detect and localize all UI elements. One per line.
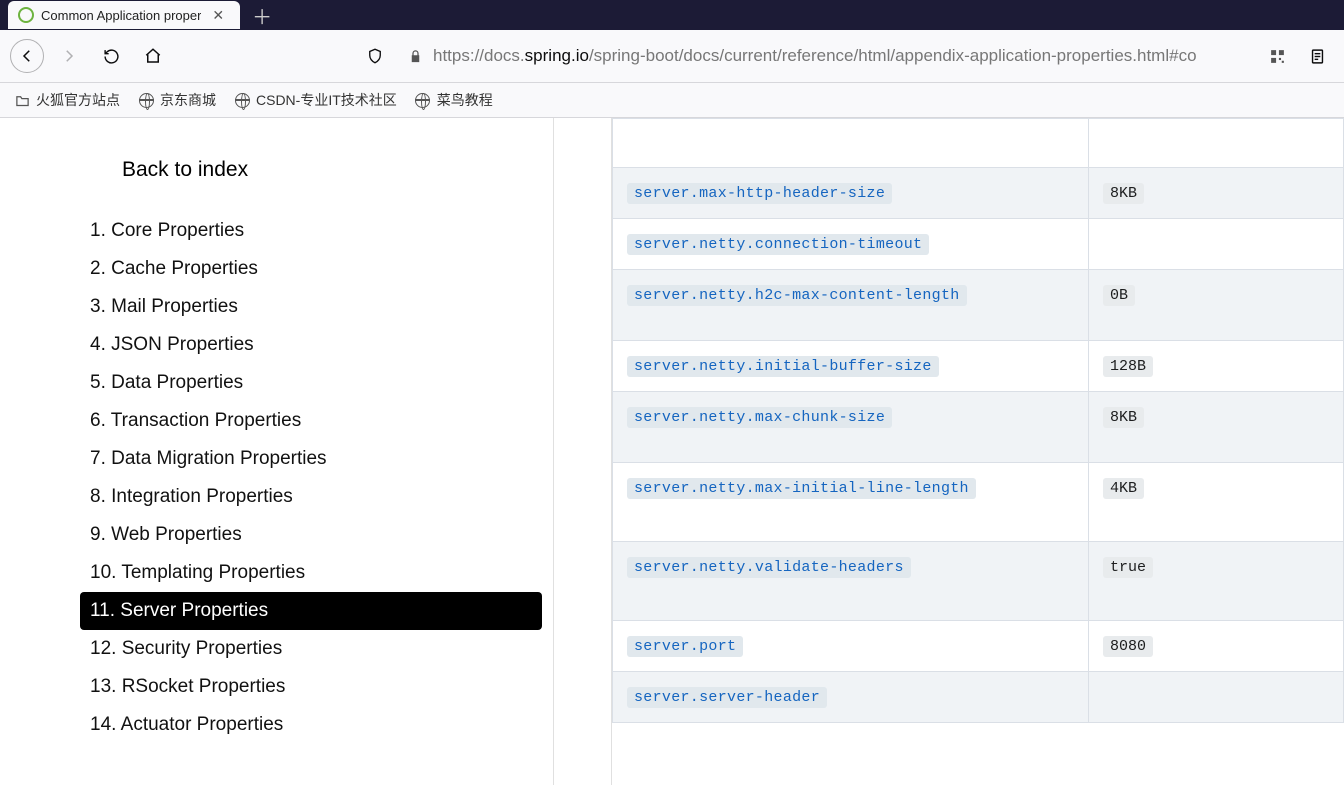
property-value: 8KB	[1103, 407, 1144, 428]
table-row: server.max-http-header-size 8KB	[613, 168, 1344, 219]
property-value: 8KB	[1103, 183, 1144, 204]
toc-item[interactable]: 12. Security Properties	[80, 630, 553, 668]
property-key-cell: server.server-header	[613, 672, 1089, 723]
toc-item[interactable]: 5. Data Properties	[80, 364, 553, 402]
property-value: 128B	[1103, 356, 1153, 377]
property-key[interactable]: server.netty.h2c-max-content-length	[627, 285, 967, 306]
property-key[interactable]: server.netty.validate-headers	[627, 557, 911, 578]
gap-column	[554, 118, 612, 785]
property-key[interactable]: server.max-http-header-size	[627, 183, 892, 204]
toc-item[interactable]: 13. RSocket Properties	[80, 668, 553, 706]
home-button[interactable]	[136, 39, 170, 73]
bookmark-label: 火狐官方站点	[36, 90, 120, 110]
property-key-cell: server.netty.max-initial-line-length	[613, 463, 1089, 542]
table-row: server.port 8080	[613, 621, 1344, 672]
property-value-cell: 128B	[1089, 341, 1344, 392]
property-key[interactable]: server.netty.max-chunk-size	[627, 407, 892, 428]
back-to-index-link[interactable]: Back to index	[122, 158, 553, 182]
property-value-cell	[1089, 672, 1344, 723]
table-row: server.netty.h2c-max-content-length 0B	[613, 270, 1344, 341]
forward-button[interactable]	[52, 39, 86, 73]
property-key-cell: server.max-http-header-size	[613, 168, 1089, 219]
navigation-bar: https://docs.spring.io/spring-boot/docs/…	[0, 30, 1344, 83]
toc-item[interactable]: 11. Server Properties	[80, 592, 542, 630]
bookmark-label: 菜鸟教程	[437, 90, 493, 110]
bookmark-item[interactable]: 火狐官方站点	[14, 90, 120, 110]
tab-title: Common Application proper	[41, 8, 201, 23]
property-value: 8080	[1103, 636, 1153, 657]
table-row: server.netty.max-chunk-size 8KB	[613, 392, 1344, 463]
tab-strip: Common Application proper ✕ ＋	[0, 0, 1344, 30]
table-row: server.netty.validate-headers true	[613, 542, 1344, 621]
qr-icon[interactable]	[1260, 39, 1294, 73]
toc-item[interactable]: 6. Transaction Properties	[80, 402, 553, 440]
shield-icon[interactable]	[358, 39, 392, 73]
property-value-cell	[1089, 219, 1344, 270]
property-key-cell: server.netty.max-chunk-size	[613, 392, 1089, 463]
globe-icon	[138, 92, 154, 108]
property-key-cell: server.netty.validate-headers	[613, 542, 1089, 621]
toc-item[interactable]: 7. Data Migration Properties	[80, 440, 553, 478]
property-key[interactable]: server.netty.max-initial-line-length	[627, 478, 976, 499]
toc-item[interactable]: 10. Templating Properties	[80, 554, 553, 592]
table-row	[613, 119, 1344, 168]
back-button[interactable]	[10, 39, 44, 73]
property-value-cell: 4KB	[1089, 463, 1344, 542]
property-key[interactable]: server.netty.initial-buffer-size	[627, 356, 939, 377]
property-key-cell: server.netty.initial-buffer-size	[613, 341, 1089, 392]
bookmark-item[interactable]: 京东商城	[138, 90, 216, 110]
folder-icon	[14, 92, 30, 108]
property-value: true	[1103, 557, 1153, 578]
toc-item[interactable]: 4. JSON Properties	[80, 326, 553, 364]
url-bar[interactable]: https://docs.spring.io/spring-boot/docs/…	[398, 39, 1254, 73]
properties-table: server.max-http-header-size8KBserver.net…	[612, 118, 1344, 723]
reload-button[interactable]	[94, 39, 128, 73]
main-content: server.max-http-header-size8KBserver.net…	[612, 118, 1344, 785]
toc-item[interactable]: 9. Web Properties	[80, 516, 553, 554]
table-row: server.netty.initial-buffer-size 128B	[613, 341, 1344, 392]
property-key[interactable]: server.server-header	[627, 687, 827, 708]
toc-item[interactable]: 8. Integration Properties	[80, 478, 553, 516]
sidebar: Back to index 1. Core Properties2. Cache…	[0, 118, 554, 785]
globe-icon	[234, 92, 250, 108]
toc-item[interactable]: 2. Cache Properties	[80, 250, 553, 288]
bookmark-label: 京东商城	[160, 90, 216, 110]
browser-tab[interactable]: Common Application proper ✕	[8, 1, 240, 29]
property-key-cell: server.port	[613, 621, 1089, 672]
toc-list: 1. Core Properties2. Cache Properties3. …	[80, 212, 553, 744]
table-row: server.netty.max-initial-line-length 4KB	[613, 463, 1344, 542]
url-text: https://docs.spring.io/spring-boot/docs/…	[433, 46, 1197, 66]
property-key-cell: server.netty.h2c-max-content-length	[613, 270, 1089, 341]
property-value-cell: true	[1089, 542, 1344, 621]
property-value-cell: 8080	[1089, 621, 1344, 672]
bookmark-label: CSDN-专业IT技术社区	[256, 90, 397, 110]
new-tab-button[interactable]: ＋	[248, 1, 276, 29]
bookmark-item[interactable]: CSDN-专业IT技术社区	[234, 90, 397, 110]
property-value-cell: 0B	[1089, 270, 1344, 341]
property-value-cell	[1089, 119, 1344, 168]
table-row: server.server-header	[613, 672, 1344, 723]
property-key-cell	[613, 119, 1089, 168]
toc-item[interactable]: 1. Core Properties	[80, 212, 553, 250]
toc-item[interactable]: 3. Mail Properties	[80, 288, 553, 326]
property-key[interactable]: server.port	[627, 636, 743, 657]
property-value-cell: 8KB	[1089, 168, 1344, 219]
property-key[interactable]: server.netty.connection-timeout	[627, 234, 929, 255]
spring-favicon	[18, 7, 34, 23]
table-row: server.netty.connection-timeout	[613, 219, 1344, 270]
toc-item[interactable]: 14. Actuator Properties	[80, 706, 553, 744]
property-value: 4KB	[1103, 478, 1144, 499]
bookmark-item[interactable]: 菜鸟教程	[415, 90, 493, 110]
property-key-cell: server.netty.connection-timeout	[613, 219, 1089, 270]
property-value: 0B	[1103, 285, 1135, 306]
lock-icon	[408, 49, 423, 64]
globe-icon	[415, 92, 431, 108]
close-icon[interactable]: ✕	[208, 7, 228, 24]
property-value-cell: 8KB	[1089, 392, 1344, 463]
bookmarks-bar: 火狐官方站点 京东商城 CSDN-专业IT技术社区 菜鸟教程	[0, 83, 1344, 118]
reader-icon[interactable]	[1300, 39, 1334, 73]
